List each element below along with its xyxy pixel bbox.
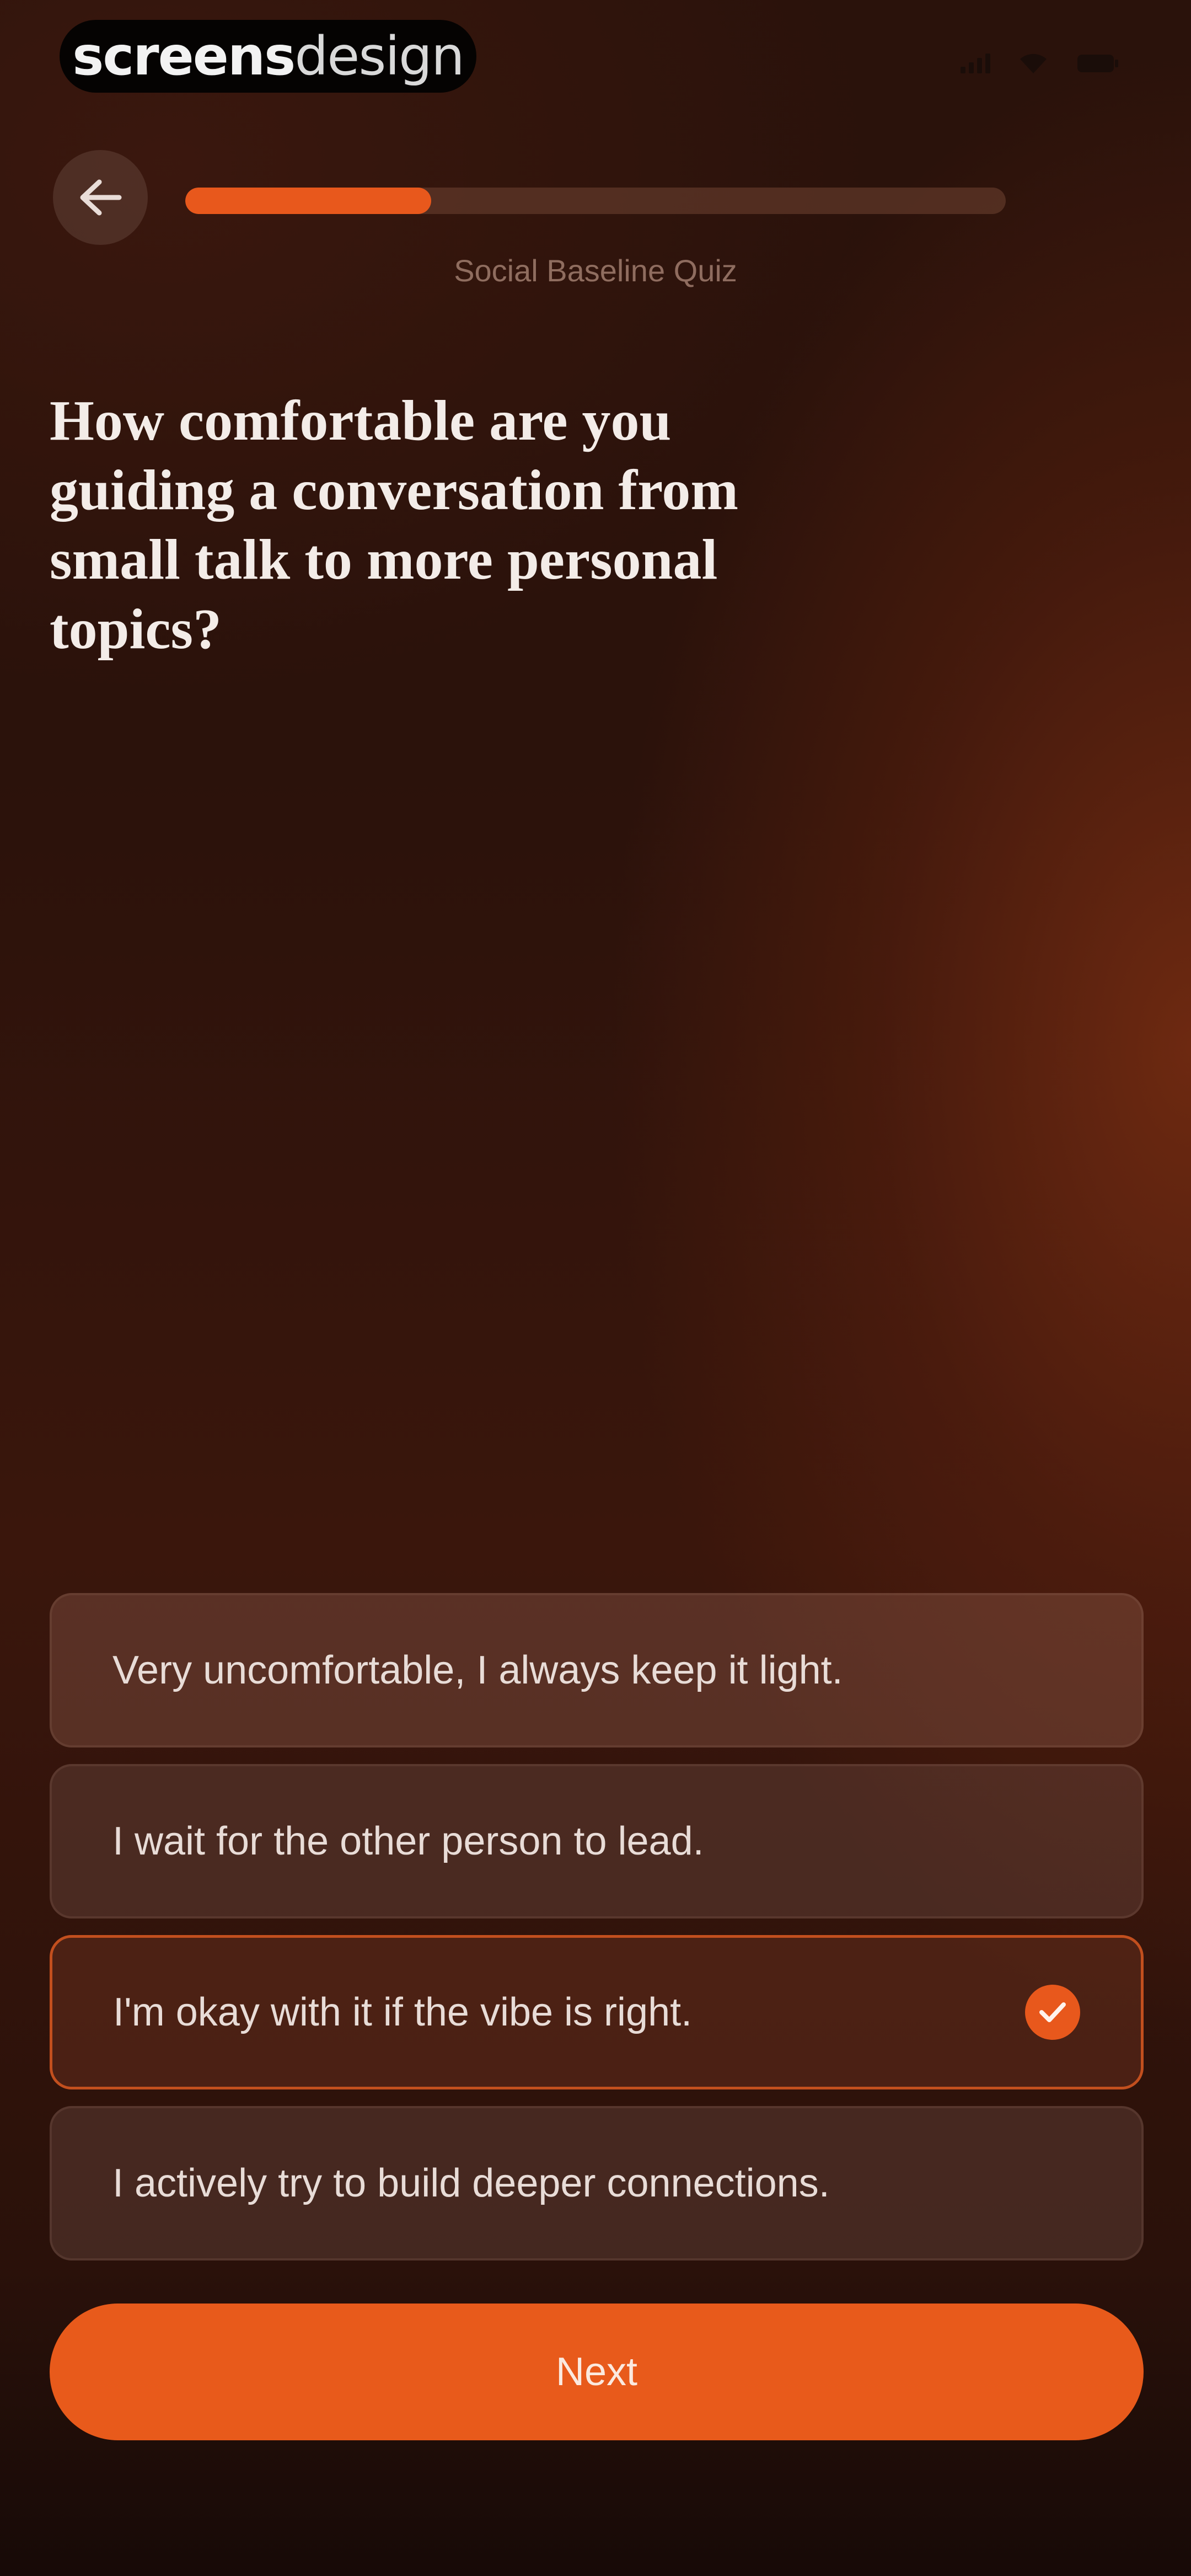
answer-options: Very uncomfortable, I always keep it lig… — [50, 1593, 1144, 2277]
back-button[interactable] — [53, 150, 148, 245]
quiz-screen: screens design Social Baseline Quiz How c… — [0, 0, 1191, 2576]
checkmark-icon — [1025, 1985, 1080, 2040]
answer-option-4[interactable]: I actively try to build deeper connectio… — [50, 2106, 1144, 2260]
answer-option-2[interactable]: I wait for the other person to lead. — [50, 1764, 1144, 1918]
status-bar-icons — [961, 52, 1119, 74]
answer-option-3[interactable]: I'm okay with it if the vibe is right. — [50, 1935, 1144, 2089]
arrow-left-icon — [80, 179, 122, 216]
next-button[interactable]: Next — [50, 2304, 1144, 2440]
progress-bar-fill — [185, 188, 432, 214]
answer-option-label: I actively try to build deeper connectio… — [112, 2161, 830, 2205]
answer-option-1[interactable]: Very uncomfortable, I always keep it lig… — [50, 1593, 1144, 1747]
watermark-light-text: design — [294, 25, 464, 87]
quiz-title: Social Baseline Quiz — [454, 253, 737, 288]
battery-icon — [1076, 52, 1119, 74]
answer-option-label: I wait for the other person to lead. — [112, 1819, 704, 1863]
signal-icon — [961, 54, 990, 73]
answer-option-label: I'm okay with it if the vibe is right. — [113, 1990, 693, 2034]
wifi-icon — [1019, 52, 1048, 74]
progress-bar — [185, 188, 1006, 214]
question-heading: How comfortable are you guiding a conver… — [50, 389, 739, 661]
answer-option-label: Very uncomfortable, I always keep it lig… — [112, 1648, 843, 1692]
watermark-bold-text: screens — [72, 25, 296, 87]
screensdesign-watermark: screens design — [60, 20, 476, 93]
